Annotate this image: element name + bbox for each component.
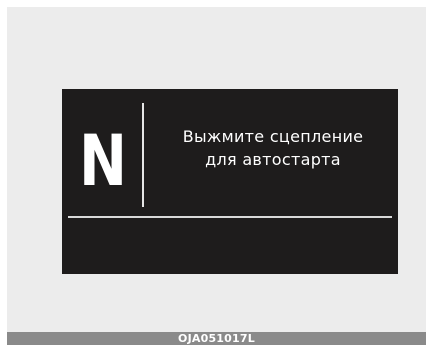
figure-frame: N Выжмите сцепление для автостарта: [7, 7, 426, 332]
message-line-2: для автостарта: [205, 150, 341, 169]
message-line-1: Выжмите сцепление: [182, 127, 364, 146]
gear-indicator: N: [78, 120, 128, 202]
cluster-display: N Выжмите сцепление для автостарта: [62, 89, 398, 274]
autostart-message: Выжмите сцепление для автостарта: [148, 125, 398, 171]
figure-code-caption: OJA051017L: [7, 332, 426, 345]
vertical-divider: [142, 103, 144, 207]
horizontal-divider: [68, 216, 392, 218]
